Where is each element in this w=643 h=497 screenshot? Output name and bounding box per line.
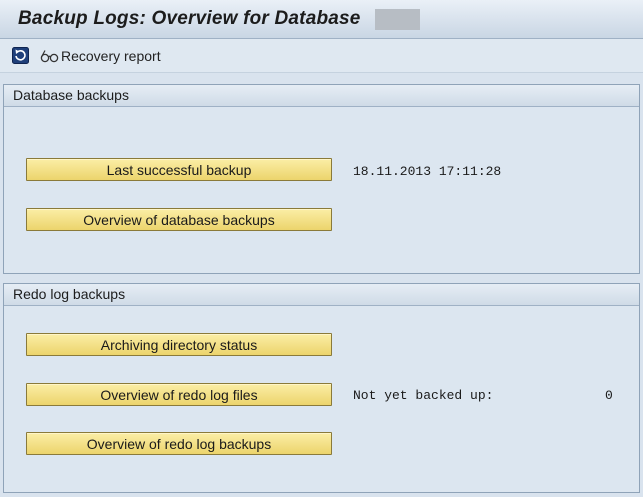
title-bar: Backup Logs: Overview for Database bbox=[0, 0, 643, 39]
refresh-icon[interactable] bbox=[12, 47, 29, 64]
overview-redo-log-backups-button[interactable]: Overview of redo log backups bbox=[26, 432, 332, 455]
not-yet-backed-up-label: Not yet backed up: bbox=[353, 388, 494, 403]
last-successful-backup-button[interactable]: Last successful backup bbox=[26, 158, 332, 181]
application-toolbar: Recovery report bbox=[0, 39, 643, 73]
overview-redo-log-files-button[interactable]: Overview of redo log files bbox=[26, 383, 332, 406]
page-title: Backup Logs: Overview for Database bbox=[18, 8, 361, 29]
recovery-report-label: Recovery report bbox=[61, 48, 161, 64]
database-backups-group: Database backups Last successful backup … bbox=[3, 84, 640, 274]
database-backups-header: Database backups bbox=[4, 85, 639, 107]
redacted-database-name bbox=[375, 9, 420, 30]
glasses-icon bbox=[40, 50, 59, 63]
redo-log-backups-header: Redo log backups bbox=[4, 284, 639, 306]
archiving-directory-status-button[interactable]: Archiving directory status bbox=[26, 333, 332, 356]
redo-log-backups-group: Redo log backups Archiving directory sta… bbox=[3, 283, 640, 493]
last-successful-backup-value: 18.11.2013 17:11:28 bbox=[353, 164, 502, 179]
overview-database-backups-button[interactable]: Overview of database backups bbox=[26, 208, 332, 231]
recovery-report-button[interactable]: Recovery report bbox=[39, 46, 161, 66]
not-yet-backed-up-value: 0 bbox=[605, 388, 613, 403]
